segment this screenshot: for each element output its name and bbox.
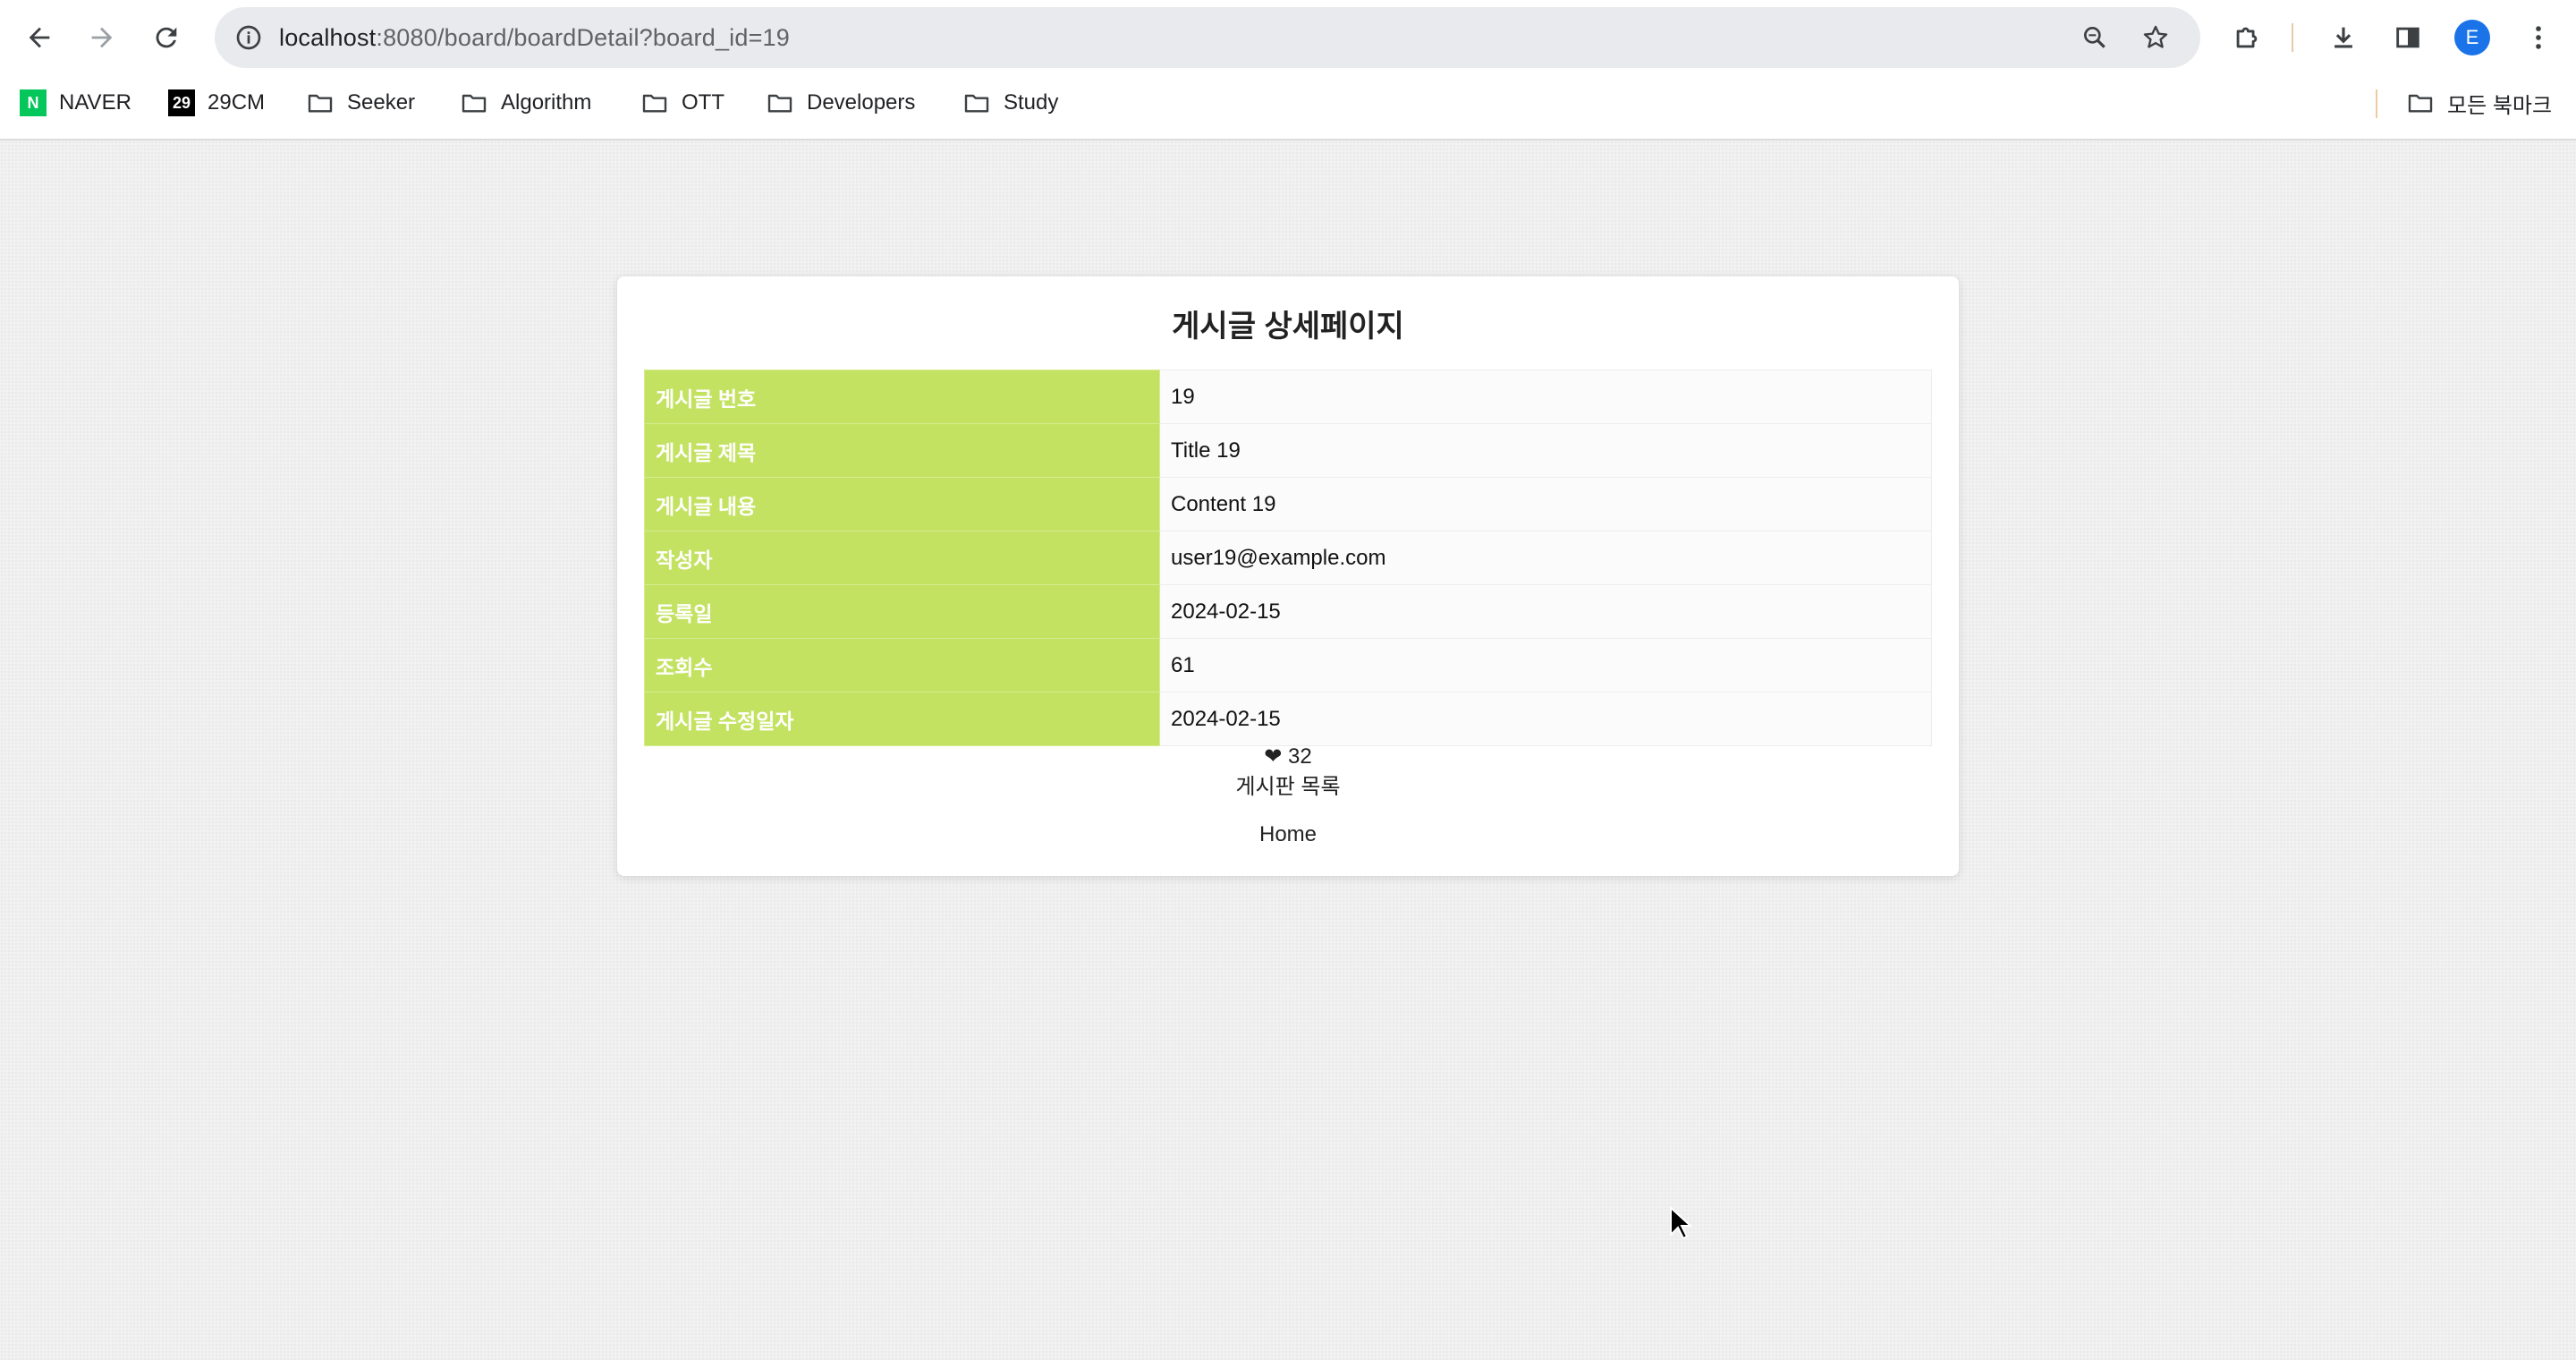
folder-icon [462,94,487,113]
table-row: 게시글 제목 Title 19 [644,423,1932,478]
table-row: 작성자 user19@example.com [644,531,1932,585]
folder-icon [2408,94,2433,113]
like-count: 32 [1288,744,1312,769]
reload-button[interactable] [141,13,191,63]
bookmark-naver[interactable]: N NAVER [20,84,131,122]
table-row: 게시글 수정일자 2024-02-15 [644,692,1932,746]
row-label: 조회수 [644,638,1160,693]
profile-avatar[interactable]: E [2454,20,2490,55]
side-panel-icon [2396,27,2419,48]
row-label: 게시글 번호 [644,370,1160,424]
bookmark-folder-algorithm[interactable]: Algorithm [460,84,591,122]
folder-icon [964,94,989,113]
bookmark-folder-study[interactable]: Study [962,84,1058,122]
bookmarks-bar: N NAVER 29 29CM Seeker Algorithm OTT Dev… [0,84,2576,122]
row-value: Title 19 [1159,423,1932,478]
all-bookmarks-button[interactable]: 모든 북마크 [2406,84,2552,122]
row-label: 게시글 제목 [644,423,1160,478]
arrow-right-icon [91,27,113,48]
bookmarks-separator [2376,89,2377,118]
extensions-button[interactable] [2222,13,2272,63]
side-panel-button[interactable] [2383,13,2433,63]
forward-button[interactable] [77,13,127,63]
bookmark-label: OTT [682,90,724,115]
url-text[interactable]: localhost:8080/board/boardDetail?board_i… [279,24,790,52]
browser-chrome: localhost:8080/board/boardDetail?board_i… [0,0,2576,140]
all-bookmarks-label: 모든 북마크 [2447,93,2553,118]
bookmark-label: Algorithm [501,90,592,115]
bookmark-label: 29CM [208,90,266,115]
row-value: 2024-02-15 [1159,584,1932,639]
naver-favicon: N [20,89,47,116]
downloads-button[interactable] [2318,13,2368,63]
bookmark-label: Developers [807,90,916,115]
bookmark-label: NAVER [59,90,131,115]
detail-card: 게시글 상세페이지 게시글 번호 19 게시글 제목 Title 19 게시글 … [617,276,1959,876]
folder-icon [767,94,792,113]
back-button[interactable] [14,13,64,63]
page-title: 게시글 상세페이지 [1172,310,1404,344]
folder-icon [642,94,667,113]
bookmark-folder-developers[interactable]: Developers [766,84,915,122]
board-list-link[interactable]: 게시판 목록 [617,769,1959,800]
table-row: 조회수 61 [644,638,1932,693]
row-value: 61 [1159,638,1932,693]
table-row: 게시글 내용 Content 19 [644,477,1932,531]
row-value: Content 19 [1159,477,1932,531]
page-content: 게시글 상세페이지 게시글 번호 19 게시글 제목 Title 19 게시글 … [0,140,2576,1360]
heart-icon: ❤ [1264,744,1283,769]
toolbar-separator [2292,23,2293,52]
download-icon [2334,27,2352,48]
bookmark-star-icon[interactable] [2136,18,2175,57]
detail-table: 게시글 번호 19 게시글 제목 Title 19 게시글 내용 Content… [644,370,1932,746]
bookmark-folder-ott[interactable]: OTT [640,84,724,122]
site-info-icon[interactable] [229,18,268,57]
kebab-menu-icon [2536,26,2541,49]
29cm-favicon: 29 [168,89,195,116]
home-link[interactable]: Home [617,822,1959,847]
zoom-icon[interactable] [2075,18,2114,57]
arrow-left-icon [29,27,50,48]
row-value: user19@example.com [1159,531,1932,585]
address-bar[interactable]: localhost:8080/board/boardDetail?board_i… [215,7,2200,68]
url-host: localhost [279,23,377,51]
bookmark-29cm[interactable]: 29 29CM [168,84,265,122]
menu-button[interactable] [2513,13,2563,63]
like-button[interactable]: ❤ 32 [617,744,1959,769]
row-label: 게시글 내용 [644,477,1160,531]
table-row: 게시글 번호 19 [644,370,1932,424]
puzzle-icon [2236,27,2258,48]
table-row: 등록일 2024-02-15 [644,584,1932,639]
row-label: 작성자 [644,531,1160,585]
bookmark-folder-seeker[interactable]: Seeker [306,84,415,122]
folder-icon [308,94,333,113]
row-value: 19 [1159,370,1932,424]
mouse-cursor-icon [1670,1206,1693,1240]
url-path: :8080/board/boardDetail?board_id=19 [376,23,790,51]
bookmark-label: Seeker [347,90,416,115]
row-label: 게시글 수정일자 [644,692,1160,746]
row-value: 2024-02-15 [1159,692,1932,746]
row-label: 등록일 [644,584,1160,639]
reload-icon [156,27,177,48]
bookmark-label: Study [1004,90,1059,115]
